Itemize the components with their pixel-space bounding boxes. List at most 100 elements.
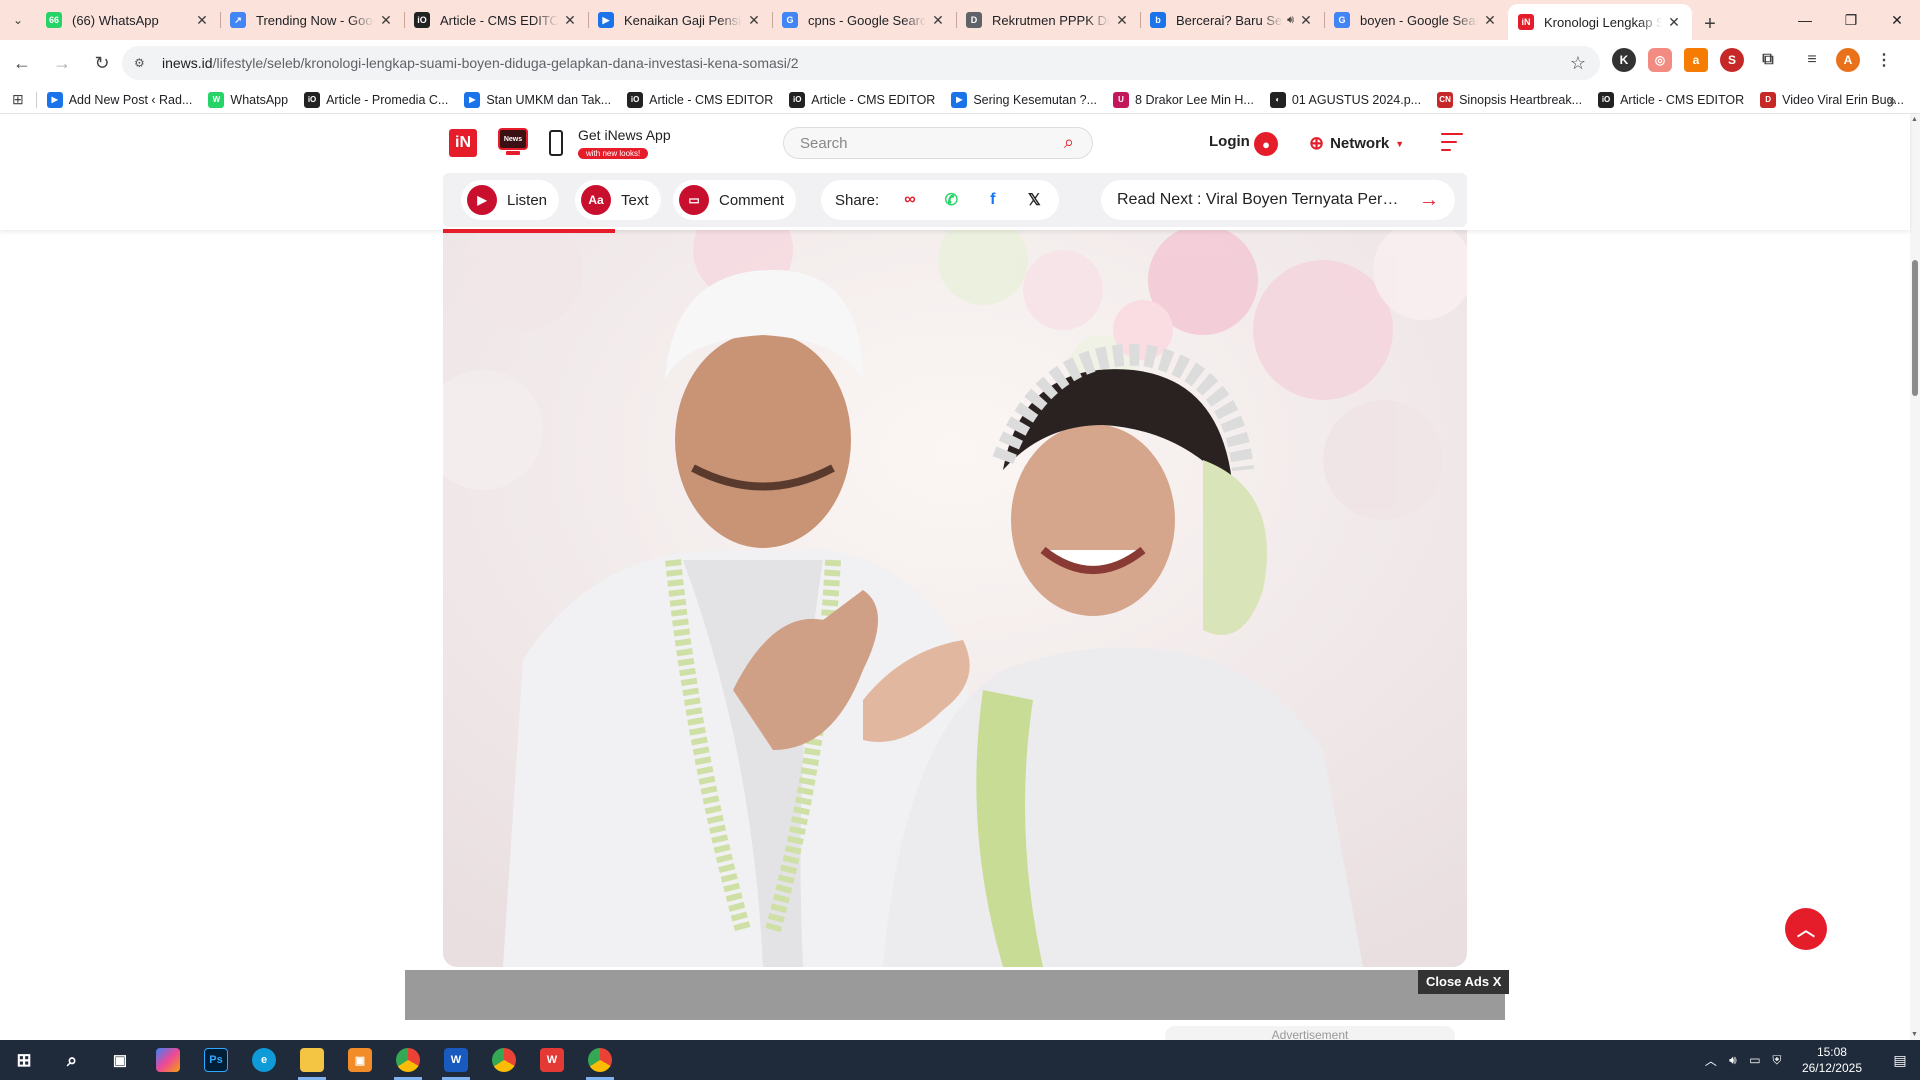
forward-button[interactable]: → [44,45,80,81]
more-bookmarks-icon[interactable]: » [1888,92,1896,108]
taskbar-clock[interactable]: 15:08 26/12/2025 [1802,1044,1862,1076]
taskbar-chrome-3[interactable] [576,1040,624,1080]
close-tab-icon[interactable]: ✕ [1482,12,1498,29]
listen-button[interactable]: ▶ Listen [461,180,560,220]
bookmark-item[interactable]: U 8 Drakor Lee Min H... [1113,91,1254,108]
network-menu[interactable]: ⊕ Network ▼ [1309,133,1404,154]
inews-logo[interactable]: iN [449,129,477,157]
browser-tab[interactable]: ▶ Kenaikan Gaji Pensiunan✕ [588,4,772,36]
minimize-button[interactable]: — [1782,0,1828,40]
scroll-down-arrow-icon[interactable]: ▼ [1911,1031,1918,1038]
close-tab-icon[interactable]: ✕ [562,12,578,29]
scrollbar-thumb[interactable] [1912,260,1918,396]
browser-menu-icon[interactable]: ⋮ [1872,48,1896,72]
address-bar[interactable]: ⚙ inews.id/lifestyle/seleb/kronologi-len… [122,46,1600,80]
phone-icon[interactable] [549,130,563,156]
restore-button[interactable]: ❐ [1828,0,1874,40]
search-icon[interactable]: ⌕ [1064,132,1074,153]
back-button[interactable]: ← [4,45,40,81]
copy-link-icon[interactable]: ∞ [899,189,920,211]
reload-button[interactable]: ↻ [84,45,120,81]
extension-k-icon[interactable]: K [1612,48,1636,72]
bookmark-item[interactable]: CN Sinopsis Heartbreak... [1437,91,1582,108]
network-icon[interactable]: ▭ [1744,1053,1766,1067]
bookmark-item[interactable]: ▶ Add New Post ‹ Rad... [46,91,193,108]
close-window-button[interactable]: ✕ [1874,0,1920,40]
taskbar-chrome-2[interactable] [480,1040,528,1080]
close-tab-icon[interactable]: ✕ [1298,12,1314,29]
close-tab-icon[interactable]: ✕ [194,12,210,29]
taskbar-search-button[interactable]: ⌕ [48,1040,96,1080]
volume-icon[interactable]: 🔊︎ [1722,1053,1744,1068]
bookmark-item[interactable]: iO Article - CMS EDITOR [789,91,935,108]
taskbar-photoshop[interactable]: Ps [192,1040,240,1080]
bookmark-item[interactable]: D Video Viral Erin Bug... [1760,91,1904,108]
text-size-button[interactable]: Aa Text [575,180,661,220]
close-tab-icon[interactable]: ✕ [378,12,394,29]
speaker-icon[interactable]: 🔊︎ [1287,14,1294,27]
browser-tab[interactable]: Gcpns - Google Search ✕ [772,4,956,36]
taskbar-app-orange[interactable]: ▣ [336,1040,384,1080]
new-tab-button[interactable]: + [1692,8,1728,40]
bookmark-item[interactable]: iO Article - CMS EDITOR [627,91,773,108]
security-icon[interactable]: ⛨ [1766,1053,1788,1068]
close-tab-icon[interactable]: ✕ [1114,12,1130,29]
comment-button[interactable]: ▭ Comment [673,180,797,220]
extensions-puzzle-icon[interactable]: ⧉ [1756,48,1780,72]
tab-search-chevron-icon[interactable]: ⌄ [0,0,36,40]
close-tab-icon[interactable]: ✕ [930,12,946,29]
notifications-icon[interactable]: ▤ [1880,1052,1920,1069]
task-view-button[interactable]: ▣ [96,1040,144,1080]
taskbar-chrome-1[interactable] [384,1040,432,1080]
bookmark-item[interactable]: ◐ 01 AGUSTUS 2024.p... [1269,91,1421,108]
profile-avatar[interactable]: A [1836,48,1860,72]
get-app-link[interactable]: Get iNews App with new looks! [578,127,671,161]
taskbar-word[interactable]: W [432,1040,480,1080]
close-tab-icon[interactable]: ✕ [1666,14,1682,31]
apps-grid-icon[interactable]: ⊞ [0,91,36,108]
page-scrollbar[interactable]: ▲ ▼ [1910,114,1920,1040]
facebook-share-icon[interactable]: f [982,189,1003,211]
extension-a-icon[interactable]: a [1684,48,1708,72]
hamburger-menu-icon[interactable] [1441,133,1463,157]
inews-tv-icon[interactable]: News [498,128,528,156]
browser-tab[interactable]: b Bercerai? Baru Sebulan 🔊︎ ✕ [1140,4,1324,36]
taskbar-copilot[interactable] [144,1040,192,1080]
show-hidden-icons-chevron-icon[interactable]: ︿ [1700,1052,1722,1069]
site-info-icon[interactable]: ⚙ [134,56,154,70]
extension-s-icon[interactable]: S [1720,48,1744,72]
bookmark-item[interactable]: ▶ Stan UMKM dan Tak... [464,91,611,108]
login-link[interactable]: Login [1209,133,1250,150]
bookmark-item[interactable]: iO Article - CMS EDITOR [1598,91,1744,108]
browser-tab[interactable]: 66 (66) WhatsApp ✕ [36,4,220,36]
close-tab-icon[interactable]: ✕ [746,12,762,29]
read-next-link[interactable]: Read Next : Viral Boyen Ternyata Pernah … [1101,180,1455,220]
browser-tab[interactable]: Gboyen - Google Search✕ [1324,4,1508,36]
start-button[interactable]: ⊞ [0,1040,48,1080]
ad-banner[interactable] [405,970,1505,1020]
bookmark-item[interactable]: W WhatsApp [208,91,288,108]
browser-tab[interactable]: iO Article - CMS EDITOR ✕ [404,4,588,36]
taskbar-edge[interactable]: e [240,1040,288,1080]
x-share-icon[interactable]: 𝕏 [1024,189,1045,211]
close-ads-button[interactable]: Close Ads X [1418,970,1510,994]
browser-tab[interactable]: ↗ Trending Now - Google Trends✕ [220,4,404,36]
site-search-input[interactable]: Search ⌕ [783,127,1093,159]
bookmark-item[interactable]: iO Article - Promedia C... [304,91,448,108]
whatsapp-share-icon[interactable]: ✆ [941,189,962,211]
media-control-icon[interactable]: ≡ [1800,48,1824,72]
scroll-to-top-button[interactable]: ︿ [1785,908,1827,950]
bookmark-favicon-icon: iO [627,91,644,108]
bookmark-label: Add New Post ‹ Rad... [68,92,193,107]
taskbar-wps[interactable]: W [528,1040,576,1080]
inews-icon: iN [1518,14,1534,30]
user-icon[interactable]: ● [1254,132,1278,156]
taskbar-file-explorer[interactable] [288,1040,336,1080]
comment-label: Comment [719,191,785,209]
bookmark-star-icon[interactable]: ☆ [1570,53,1586,74]
browser-tab[interactable]: iN Kronologi Lengkap Suami Boyen✕ [1508,4,1692,40]
scroll-up-arrow-icon[interactable]: ▲ [1911,116,1918,123]
browser-tab[interactable]: D Rekrutmen PPPK Dibuka✕ [956,4,1140,36]
extension-instagram-icon[interactable]: ◎ [1648,48,1672,72]
bookmark-item[interactable]: ▶ Sering Kesemutan ?... [951,91,1097,108]
